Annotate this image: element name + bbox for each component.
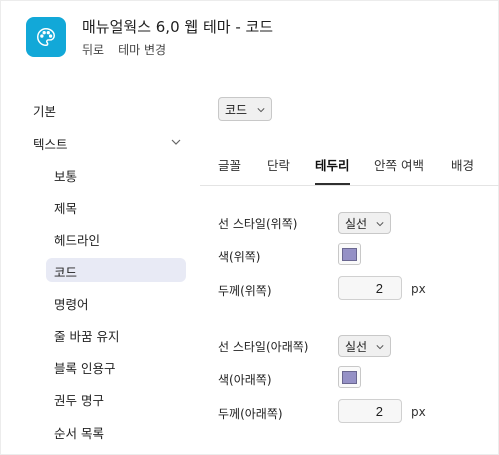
top-color-picker[interactable]: [338, 243, 361, 265]
tab-font[interactable]: 글꼴: [218, 155, 241, 174]
sidebar-item-preformatted[interactable]: 줄 바꿈 유지: [54, 326, 119, 345]
header-links: 뒤로 테마 변경: [82, 41, 166, 58]
bottom-style-label: 선 스타일(아래쪽): [218, 340, 309, 354]
sidebar-item-command[interactable]: 명령어: [54, 294, 89, 313]
top-style-label: 선 스타일(위쪽): [218, 217, 298, 231]
bottom-width-label: 두께(아래쪽): [218, 407, 283, 421]
sidebar-item-code[interactable]: 코드: [54, 262, 77, 281]
top-color-label: 색(위쪽): [218, 250, 261, 264]
bottom-style-value: 실선: [345, 339, 368, 354]
top-style-select[interactable]: 실선: [338, 212, 391, 234]
page-title: 매뉴얼웍스 6,0 웹 테마 - 코드: [82, 18, 274, 36]
sidebar-item-ordered-list[interactable]: 순서 목록: [54, 423, 104, 442]
bottom-style-select[interactable]: 실선: [338, 335, 391, 357]
sidebar-item-normal[interactable]: 보통: [54, 166, 77, 185]
tab-background[interactable]: 배경: [451, 155, 474, 174]
chevron-down-icon: [257, 108, 265, 113]
top-width-unit: px: [411, 282, 426, 296]
bottom-color-swatch: [342, 370, 357, 384]
style-select-value: 코드: [225, 102, 248, 117]
sidebar-item-basic[interactable]: 기본: [33, 101, 56, 120]
change-theme-link[interactable]: 테마 변경: [118, 43, 166, 57]
back-link[interactable]: 뒤로: [82, 43, 104, 57]
palette-icon: [26, 17, 66, 57]
sidebar-item-text[interactable]: 텍스트: [33, 134, 68, 153]
tab-border[interactable]: 테두리: [315, 155, 350, 174]
bottom-width-unit: px: [411, 405, 426, 419]
style-select[interactable]: 코드: [218, 97, 272, 121]
chevron-down-icon[interactable]: [171, 137, 181, 147]
tab-padding[interactable]: 안쪽 여백: [374, 155, 424, 174]
top-style-value: 실선: [345, 216, 368, 231]
chevron-down-icon: [376, 222, 384, 227]
top-width-label: 두께(위쪽): [218, 284, 272, 298]
bottom-color-picker[interactable]: [338, 366, 361, 388]
bottom-width-input[interactable]: 2: [338, 399, 402, 423]
tab-bar: 글꼴 단락 테두리 안쪽 여백 배경: [218, 152, 499, 186]
tabs-divider: [200, 185, 499, 186]
top-width-input[interactable]: 2: [338, 276, 402, 300]
sidebar-item-heading[interactable]: 제목: [54, 198, 77, 217]
tab-paragraph[interactable]: 단락: [267, 155, 290, 174]
bottom-color-label: 색(아래쪽): [218, 373, 272, 387]
sidebar-item-blockquote[interactable]: 블록 인용구: [54, 358, 115, 377]
top-color-swatch: [342, 247, 357, 261]
chevron-down-icon: [376, 345, 384, 350]
sidebar-item-headline[interactable]: 헤드라인: [54, 230, 100, 249]
sidebar-item-epigraph[interactable]: 권두 명구: [54, 390, 104, 409]
